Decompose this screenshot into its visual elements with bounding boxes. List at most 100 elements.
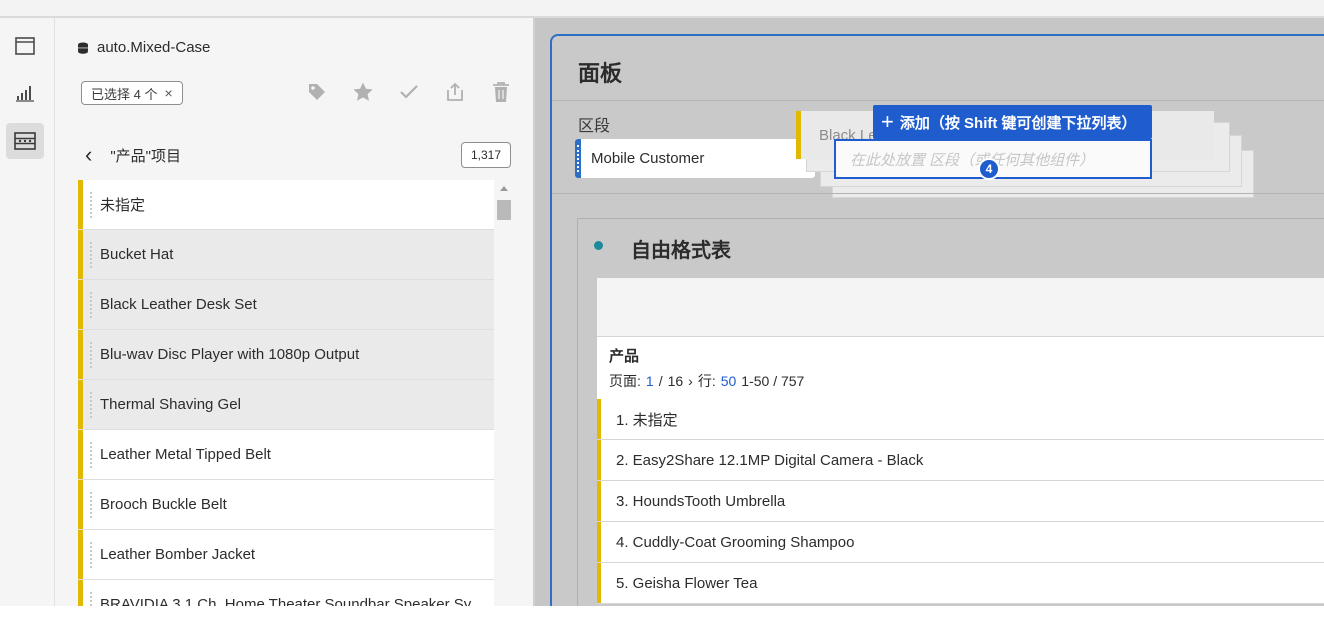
row-color-bar bbox=[597, 563, 601, 603]
list-item[interactable]: Leather Metal Tipped Belt bbox=[78, 430, 494, 480]
item-color-bar bbox=[78, 530, 83, 579]
rows-label: 行: bbox=[697, 373, 716, 389]
page-label: 页面: bbox=[609, 373, 641, 389]
list-scrollbar[interactable] bbox=[496, 180, 512, 606]
list-item-label: Bucket Hat bbox=[100, 246, 174, 263]
selection-toolbar bbox=[305, 80, 513, 104]
table-row-label: 3. HoundsTooth Umbrella bbox=[616, 492, 786, 510]
close-icon[interactable]: × bbox=[164, 85, 172, 101]
total-pages: 16 bbox=[667, 373, 684, 389]
table-body: 1. 未指定 2. Easy2Share 12.1MP Digital Camer… bbox=[597, 399, 1324, 604]
list-item[interactable]: Thermal Shaving Gel bbox=[78, 380, 494, 430]
panel-header-divider bbox=[552, 100, 1324, 101]
drag-count-badge: 4 bbox=[978, 158, 1000, 180]
list-item-label: Blu-wav Disc Player with 1080p Output bbox=[100, 346, 360, 363]
selection-chip-label: 已选择 4 个 bbox=[91, 86, 158, 102]
item-color-bar bbox=[78, 230, 83, 279]
list-item-label: Thermal Shaving Gel bbox=[100, 396, 241, 413]
item-color-bar bbox=[78, 480, 83, 529]
row-color-bar bbox=[597, 481, 601, 521]
panel-icon[interactable] bbox=[6, 28, 44, 64]
item-color-bar bbox=[78, 380, 83, 429]
table-row[interactable]: 4. Cuddly-Coat Grooming Shampoo bbox=[597, 522, 1324, 563]
star-icon[interactable] bbox=[351, 80, 375, 104]
item-color-bar bbox=[78, 180, 83, 229]
bottom-edge bbox=[0, 606, 1324, 617]
list-item[interactable]: Blu-wav Disc Player with 1080p Output bbox=[78, 330, 494, 380]
row-color-bar bbox=[597, 522, 601, 562]
list-item-label: BRAVIDIA 3.1 Ch. Home Theater Soundbar S… bbox=[100, 596, 483, 606]
scroll-up-icon[interactable] bbox=[500, 186, 508, 191]
table-row-label: 1. 未指定 bbox=[616, 411, 678, 429]
drag-handle[interactable] bbox=[575, 139, 581, 178]
drag-handle[interactable] bbox=[90, 542, 92, 568]
table-row-label: 5. Geisha Flower Tea bbox=[616, 574, 758, 592]
tag-icon[interactable] bbox=[305, 80, 329, 104]
item-color-bar bbox=[78, 430, 83, 479]
page-separator: / bbox=[658, 373, 663, 389]
row-range: 1-50 / 757 bbox=[741, 373, 805, 389]
list-item[interactable]: Bucket Hat bbox=[78, 230, 494, 280]
visualization-status-dot bbox=[594, 241, 603, 250]
column-title[interactable]: 产品 bbox=[609, 345, 639, 366]
drag-handle[interactable] bbox=[90, 492, 92, 518]
table-pager: 页面: 1 / 16 › 行: 50 1-50 / 757 bbox=[609, 371, 804, 391]
table-metric-header bbox=[597, 278, 1324, 337]
drag-handle[interactable] bbox=[90, 342, 92, 368]
dimension-item-list: 未指定 Bucket Hat Black Leather Desk Set Blu-w… bbox=[78, 180, 494, 606]
drag-handle[interactable] bbox=[90, 592, 92, 606]
segment-divider bbox=[552, 193, 1324, 194]
list-item-label: Leather Metal Tipped Belt bbox=[100, 446, 271, 463]
list-item[interactable]: BRAVIDIA 3.1 Ch. Home Theater Soundbar S… bbox=[78, 580, 494, 606]
visualization-icon[interactable] bbox=[6, 75, 44, 111]
drop-tooltip: + 添加（按 Shift 键可创建下拉列表） bbox=[873, 105, 1152, 139]
table-row-label: 4. Cuddly-Coat Grooming Shampoo bbox=[616, 533, 855, 551]
list-item[interactable]: 未指定 bbox=[78, 180, 494, 230]
drag-handle[interactable] bbox=[90, 242, 92, 268]
drop-tooltip-text: 添加（按 Shift 键可创建下拉列表） bbox=[899, 114, 1137, 132]
datasource-name: auto.Mixed-Case bbox=[97, 39, 211, 56]
datasource[interactable]: auto.Mixed-Case bbox=[77, 39, 210, 56]
item-count-badge: 1,317 bbox=[461, 142, 512, 168]
table-row[interactable]: 5. Geisha Flower Tea bbox=[597, 563, 1324, 604]
item-color-bar bbox=[796, 111, 801, 159]
row-color-bar bbox=[597, 440, 601, 480]
table-row-label: 2. Easy2Share 12.1MP Digital Camera - Bl… bbox=[616, 451, 924, 469]
segment-dropzone-label: 区段 bbox=[578, 118, 611, 135]
trash-icon[interactable] bbox=[489, 80, 513, 104]
share-icon[interactable] bbox=[443, 80, 467, 104]
top-bar bbox=[0, 0, 1324, 18]
drag-handle[interactable] bbox=[90, 392, 92, 418]
list-item-label: 未指定 bbox=[100, 197, 146, 214]
list-item[interactable]: Brooch Buckle Belt bbox=[78, 480, 494, 530]
next-page-button[interactable]: › bbox=[688, 373, 693, 389]
left-rail bbox=[0, 18, 55, 606]
list-item[interactable]: Leather Bomber Jacket bbox=[78, 530, 494, 580]
segment-chip[interactable]: Mobile Customer bbox=[575, 139, 815, 178]
row-color-bar bbox=[597, 399, 601, 439]
database-icon bbox=[78, 42, 88, 54]
rows-per-page[interactable]: 50 bbox=[721, 373, 737, 389]
panel-title: 面板 bbox=[578, 61, 623, 86]
item-color-bar bbox=[78, 580, 83, 606]
components-icon[interactable] bbox=[6, 123, 44, 159]
table-row[interactable]: 3. HoundsTooth Umbrella bbox=[597, 481, 1324, 522]
list-item-label: Leather Bomber Jacket bbox=[100, 546, 256, 563]
item-color-bar bbox=[78, 280, 83, 329]
drag-handle[interactable] bbox=[90, 292, 92, 318]
segment-chip-label: Mobile Customer bbox=[591, 150, 705, 167]
visualization-title[interactable]: 自由格式表 bbox=[631, 234, 731, 263]
check-icon[interactable] bbox=[397, 80, 421, 104]
table-row[interactable]: 2. Easy2Share 12.1MP Digital Camera - Bl… bbox=[597, 440, 1324, 481]
list-header: ‹ "产品"项目 bbox=[85, 144, 181, 166]
selection-chip[interactable]: 已选择 4 个 × bbox=[81, 81, 183, 105]
table-row[interactable]: 1. 未指定 bbox=[597, 399, 1324, 440]
drag-handle[interactable] bbox=[90, 192, 92, 218]
back-button[interactable]: ‹ bbox=[85, 144, 92, 166]
item-color-bar bbox=[78, 330, 83, 379]
drag-handle[interactable] bbox=[90, 442, 92, 468]
list-item-label: Brooch Buckle Belt bbox=[100, 496, 227, 513]
scroll-thumb[interactable] bbox=[497, 200, 511, 220]
list-item[interactable]: Black Leather Desk Set bbox=[78, 280, 494, 330]
page-number[interactable]: 1 bbox=[646, 373, 654, 389]
